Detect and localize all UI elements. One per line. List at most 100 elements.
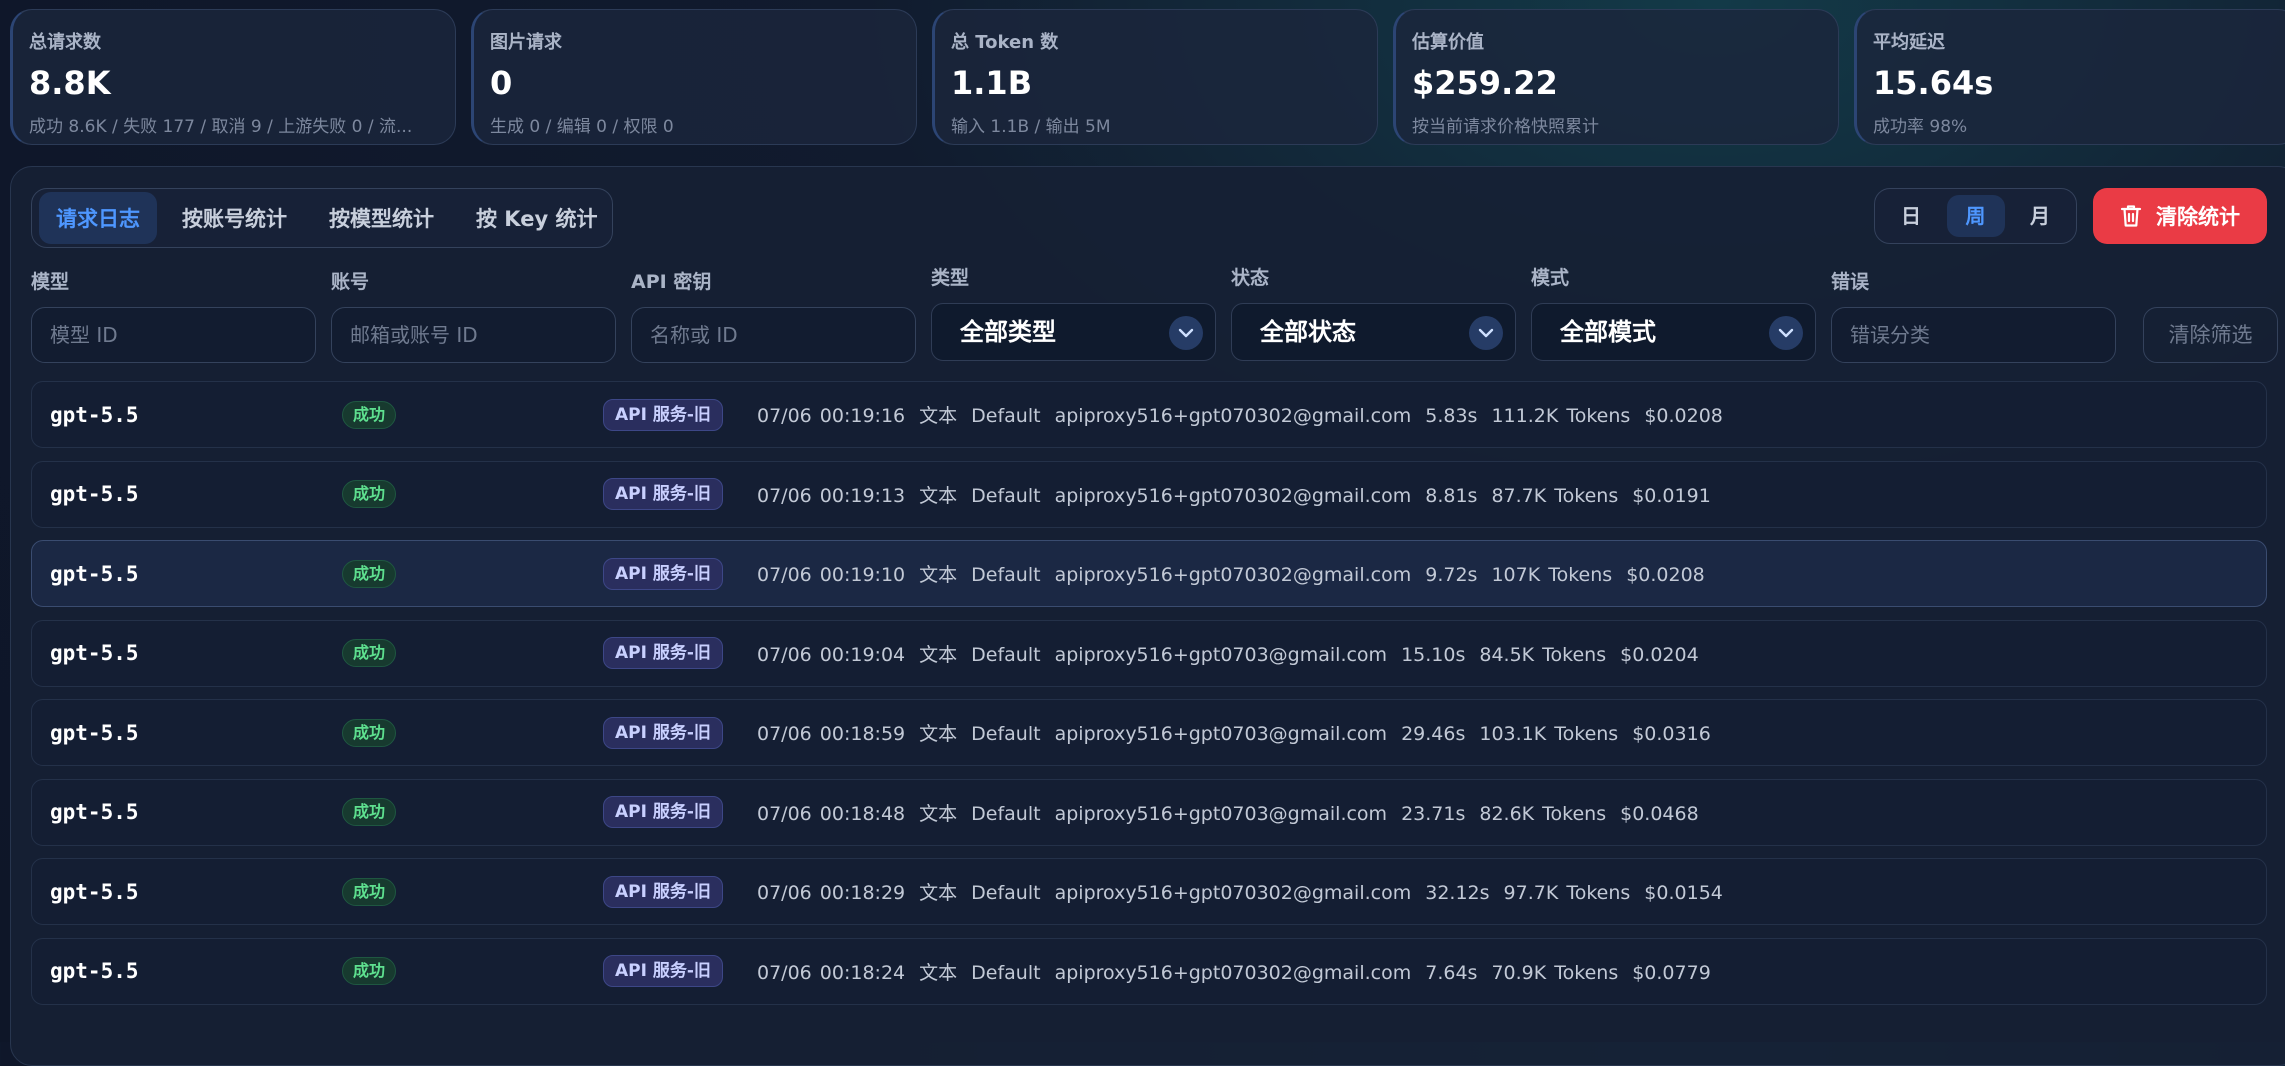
source-badge: API 服务-旧: [603, 955, 723, 987]
row-meta: 07/06 00:19:16 文本 Default apiproxy516+gpt07…: [757, 401, 1737, 428]
clear-stats-button[interactable]: 清除统计: [2093, 188, 2267, 244]
stat-value: 8.8K: [29, 64, 111, 102]
row-mode: Default: [971, 723, 1041, 745]
source-badge: API 服务-旧: [603, 398, 723, 431]
row-tokens: 97.7K Tokens: [1503, 882, 1631, 904]
filter-account: 账号 邮箱或账号 ID: [331, 267, 616, 363]
row-model: gpt-5.5: [50, 800, 139, 824]
row-mode: Default: [971, 405, 1041, 427]
stat-sub: 生成 0 / 编辑 0 / 权限 0: [490, 117, 674, 137]
table-row[interactable]: gpt-5.5 成功 API 服务-旧 07/06 00:19:13 文本 Default…: [31, 460, 2267, 528]
tab-by-account[interactable]: 按账号统计: [165, 192, 304, 244]
trash-icon: [2120, 205, 2142, 227]
status-badge: 成功: [342, 877, 397, 906]
table-row[interactable]: gpt-5.5 成功 API 服务-旧 07/06 00:19:04 文本 Default…: [31, 619, 2267, 687]
tab-by-model[interactable]: 按模型统计: [312, 192, 451, 244]
row-kind: 文本: [919, 405, 958, 427]
table-row[interactable]: gpt-5.5 成功 API 服务-旧 07/06 00:18:48 文本 Default…: [31, 778, 2267, 846]
filter-label: 错误: [1831, 271, 1870, 293]
period-month-button[interactable]: 月: [2011, 195, 2069, 237]
row-meta: 07/06 00:18:24 文本 Default apiproxy516+gpt07…: [757, 958, 1725, 985]
row-meta: 07/06 00:19:10 文本 Default apiproxy516+gpt07…: [757, 560, 1719, 587]
type-select[interactable]: 全部类型: [931, 303, 1216, 361]
model-input[interactable]: 模型 ID: [31, 307, 316, 363]
chevron-down-icon: [1769, 316, 1803, 350]
filter-status: 状态 全部状态: [1231, 263, 1516, 361]
clear-stats-label: 清除统计: [2156, 205, 2240, 229]
tab-request-log[interactable]: 请求日志: [39, 192, 157, 244]
row-time: 07/06 00:19:16: [757, 405, 906, 427]
row-tokens: 84.5K Tokens: [1479, 643, 1607, 666]
stat-label: 估算价值: [1412, 32, 1484, 53]
reset-filters-button[interactable]: 清除筛选: [2143, 307, 2278, 363]
request-log-list: gpt-5.5 成功 API 服务-旧 07/06 00:19:16 文本 Default…: [31, 381, 2267, 1017]
stat-card-total-requests: 总请求数 8.8K 成功 8.6K / 失败 177 / 取消 9 / 上游失败…: [10, 9, 456, 145]
period-week-button[interactable]: 周: [1946, 195, 2005, 237]
mode-select[interactable]: 全部模式: [1531, 303, 1816, 361]
status-select[interactable]: 全部状态: [1231, 303, 1516, 361]
filter-bar: 模型 模型 ID 账号 邮箱或账号 ID API 密钥 名称或 ID 类型 全部…: [31, 267, 2278, 367]
table-row[interactable]: gpt-5.5 成功 API 服务-旧 07/06 00:18:59 文本 Default…: [31, 699, 2267, 766]
row-model: gpt-5.5: [50, 402, 139, 427]
row-cost: $0.0208: [1626, 564, 1705, 586]
row-latency: 32.12s: [1425, 882, 1490, 904]
table-row[interactable]: gpt-5.5 成功 API 服务-旧 07/06 00:18:29 文本 Default…: [31, 858, 2267, 925]
filter-mode: 模式 全部模式: [1531, 263, 1816, 361]
tab-by-key[interactable]: 按 Key 统计: [459, 192, 614, 244]
row-account: apiproxy516+gpt070302@gmail.com: [1054, 961, 1412, 984]
period-toggle: 日 周 月: [1874, 188, 2077, 244]
row-model: gpt-5.5: [50, 720, 139, 745]
chevron-down-icon: [1169, 316, 1203, 350]
status-badge: 成功: [342, 480, 397, 508]
table-row[interactable]: gpt-5.5 成功 API 服务-旧 07/06 00:18:24 文本 Default…: [31, 937, 2267, 1005]
stat-card-image-requests: 图片请求 0 生成 0 / 编辑 0 / 权限 0: [471, 9, 917, 145]
stat-sub: 按当前请求价格快照累计: [1412, 117, 1599, 137]
row-model: gpt-5.5: [50, 641, 139, 665]
filter-label: 模型: [31, 271, 70, 293]
row-meta: 07/06 00:18:48 文本 Default apiproxy516+gpt07…: [757, 799, 1713, 826]
stat-value: 1.1B: [951, 64, 1033, 102]
error-input[interactable]: 错误分类: [1831, 307, 2116, 363]
api-key-input[interactable]: 名称或 ID: [631, 307, 916, 363]
row-account: apiproxy516+gpt070302@gmail.com: [1054, 405, 1412, 427]
row-mode: Default: [971, 802, 1041, 825]
filter-label: API 密钥: [631, 271, 712, 293]
row-tokens: 87.7K Tokens: [1491, 484, 1619, 507]
source-badge: API 服务-旧: [603, 796, 723, 828]
table-row[interactable]: gpt-5.5 成功 API 服务-旧 07/06 00:19:16 文本 Default…: [31, 381, 2267, 448]
filter-model: 模型 模型 ID: [31, 267, 316, 363]
table-row[interactable]: gpt-5.5 成功 API 服务-旧 07/06 00:19:10 文本 Default…: [31, 540, 2267, 607]
row-time: 07/06 00:18:29: [757, 882, 906, 904]
row-time: 07/06 00:18:24: [757, 961, 906, 984]
row-account: apiproxy516+gpt070302@gmail.com: [1054, 882, 1412, 904]
filter-type: 类型 全部类型: [931, 263, 1216, 361]
status-select-value: 全部状态: [1260, 318, 1356, 346]
status-badge: 成功: [342, 559, 397, 588]
status-badge: 成功: [342, 957, 397, 985]
stat-sub: 输入 1.1B / 输出 5M: [951, 117, 1111, 137]
row-meta: 07/06 00:18:29 文本 Default apiproxy516+gpt07…: [757, 878, 1737, 905]
row-time: 07/06 00:19:04: [757, 643, 906, 666]
row-latency: 5.83s: [1425, 405, 1478, 427]
row-tokens: 103.1K Tokens: [1479, 723, 1619, 745]
logs-panel: 请求日志 按账号统计 按模型统计 按 Key 统计 日 周 月 清除统计 模型 …: [10, 166, 2285, 1066]
chevron-down-icon: [1469, 316, 1503, 350]
source-badge: API 服务-旧: [603, 716, 723, 749]
row-latency: 29.46s: [1401, 723, 1466, 745]
mode-select-value: 全部模式: [1560, 318, 1656, 346]
source-badge: API 服务-旧: [603, 478, 723, 510]
stat-value: 15.64s: [1873, 64, 1994, 102]
row-kind: 文本: [919, 643, 958, 666]
stat-label: 图片请求: [490, 32, 562, 53]
row-time: 07/06 00:19:13: [757, 484, 906, 507]
row-latency: 7.64s: [1425, 961, 1478, 984]
status-badge: 成功: [342, 798, 397, 826]
row-kind: 文本: [919, 882, 958, 904]
period-day-button[interactable]: 日: [1882, 195, 1940, 237]
stat-card-total-tokens: 总 Token 数 1.1B 输入 1.1B / 输出 5M: [932, 9, 1378, 145]
row-cost: $0.0204: [1620, 643, 1699, 666]
row-account: apiproxy516+gpt070302@gmail.com: [1054, 564, 1412, 586]
stat-card-avg-latency: 平均延迟 15.64s 成功率 98%: [1854, 9, 2285, 145]
stats-bar: 总请求数 8.8K 成功 8.6K / 失败 177 / 取消 9 / 上游失败…: [10, 9, 2285, 145]
account-input[interactable]: 邮箱或账号 ID: [331, 307, 616, 363]
